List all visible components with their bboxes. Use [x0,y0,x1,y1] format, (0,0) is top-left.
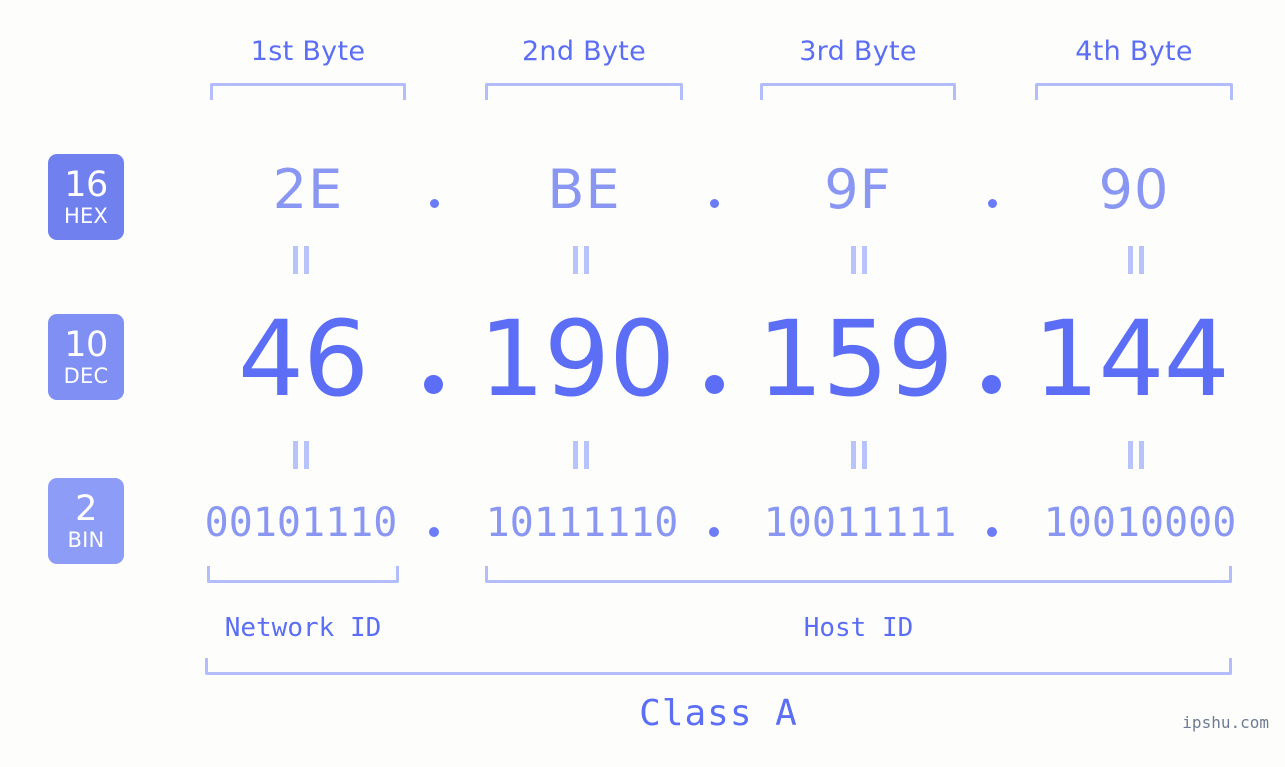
hex-separator-dot-2 [710,199,719,208]
byte-header-2: 2nd Byte [521,36,647,67]
network-id-label: Network ID [224,613,382,643]
base-badge-bin: 2 BIN [48,478,124,564]
base-badge-hex: 16 HEX [48,154,124,240]
bin-byte-4: 10010000 [1043,500,1237,546]
byte-bracket-3 [760,83,956,100]
dec-separator-dot-2 [705,375,724,394]
host-id-label: Host ID [803,613,914,643]
bin-separator-dot-1 [429,527,439,537]
base-badge-hex-abbr: HEX [63,203,109,228]
dec-byte-3: 159 [757,298,954,420]
base-badge-dec-abbr: DEC [63,363,109,388]
class-label: Class A [639,693,798,734]
dec-byte-2: 190 [478,298,676,420]
equals-icon-dec-bin-2 [571,441,591,469]
dec-byte-4: 144 [1033,298,1230,420]
bin-byte-2: 10111110 [485,500,679,546]
byte-header-1: 1st Byte [250,36,366,67]
base-badge-bin-abbr: BIN [67,527,105,552]
network-id-bracket [207,566,399,583]
byte-header-3: 3rd Byte [799,36,917,67]
base-badge-dec: 10 DEC [48,314,124,400]
equals-icon-hex-dec-4 [1126,246,1146,274]
host-id-bracket [485,566,1232,583]
hex-byte-3: 9F [824,158,892,221]
equals-icon-hex-dec-3 [849,246,869,274]
byte-bracket-1 [210,83,406,100]
dec-separator-dot-1 [424,375,443,394]
byte-bracket-2 [485,83,683,100]
equals-icon-dec-bin-1 [291,441,311,469]
base-badge-dec-number: 10 [64,324,108,365]
dec-separator-dot-3 [982,375,1001,394]
equals-icon-hex-dec-1 [291,246,311,274]
bin-byte-3: 10011111 [763,500,957,546]
equals-icon-dec-bin-3 [849,441,869,469]
hex-byte-1: 2E [272,158,344,221]
byte-header-4: 4th Byte [1075,36,1193,67]
base-badge-hex-number: 16 [64,164,108,205]
watermark: ipshu.com [1182,713,1269,732]
hex-separator-dot-1 [430,199,439,208]
bin-separator-dot-2 [709,527,719,537]
byte-bracket-4 [1035,83,1233,100]
base-badge-bin-number: 2 [75,488,97,529]
bin-separator-dot-3 [987,527,997,537]
dec-byte-1: 46 [237,298,369,420]
hex-byte-2: BE [547,158,621,221]
ip-address-breakdown-figure: 1st Byte 2nd Byte 3rd Byte 4th Byte 16 H… [0,0,1285,767]
bin-byte-1: 00101110 [204,500,398,546]
hex-separator-dot-3 [988,199,997,208]
equals-icon-hex-dec-2 [571,246,591,274]
class-bracket [205,658,1232,675]
hex-byte-4: 90 [1098,158,1170,221]
equals-icon-dec-bin-4 [1126,441,1146,469]
